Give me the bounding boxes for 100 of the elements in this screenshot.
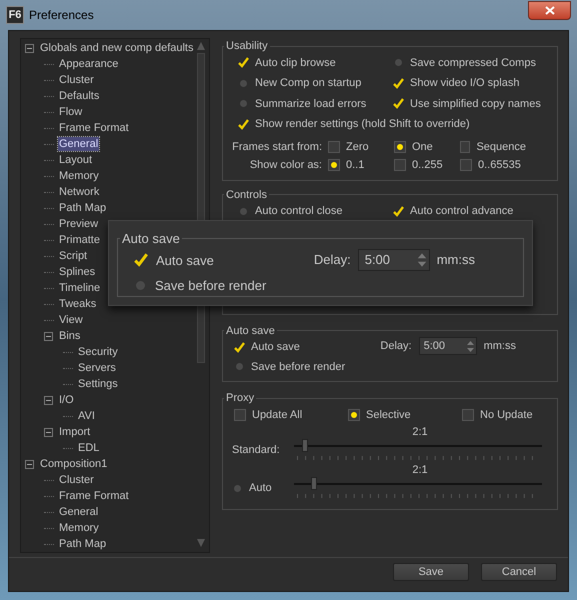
field-label: Standard: — [232, 444, 280, 456]
option-label: 0..255 — [412, 158, 443, 173]
checkbox-off-icon[interactable] — [240, 208, 247, 215]
tree-item[interactable]: EDL — [77, 441, 100, 455]
delay-label: Delay: — [380, 338, 412, 354]
option-label: No Update — [480, 408, 533, 422]
option-label: 0..1 — [346, 158, 364, 173]
tree-item[interactable]: Tweaks — [58, 297, 98, 311]
checkmark-icon[interactable] — [393, 78, 404, 89]
checkmark-icon[interactable] — [134, 253, 148, 268]
option-label: Auto save — [156, 252, 214, 270]
checkbox-off-icon[interactable] — [236, 363, 243, 370]
tree-item[interactable]: Path Map — [58, 537, 108, 551]
option-label: Save before render — [155, 277, 266, 295]
option-label: Show render settings (hold Shift to override) — [255, 117, 470, 132]
tree-item[interactable]: Timeline — [58, 281, 102, 295]
tree-item[interactable]: Cluster — [58, 73, 95, 87]
option-label: Save before render — [251, 360, 346, 374]
option-label: Zero — [346, 140, 369, 154]
unit-label: mm:ss — [436, 250, 475, 269]
scroll-down-icon[interactable] — [196, 538, 206, 548]
group-title: Auto save — [225, 324, 276, 338]
tree-item[interactable]: General — [58, 137, 100, 151]
tree-item[interactable]: Settings — [77, 377, 119, 391]
option-label: Update All — [252, 408, 302, 422]
close-icon — [544, 6, 554, 14]
option-label: Show video I/O splash — [410, 76, 520, 91]
checkmark-icon[interactable] — [393, 98, 404, 110]
radio-box[interactable] — [234, 408, 246, 421]
close-button[interactable] — [528, 0, 571, 20]
slider-thumb[interactable] — [310, 477, 317, 490]
radio-box[interactable] — [394, 159, 406, 172]
tree-item[interactable]: Defaults — [58, 89, 100, 103]
checkmark-icon[interactable] — [238, 57, 249, 68]
delay-field[interactable]: 5:00 — [358, 248, 430, 270]
checkbox-off-icon[interactable] — [240, 100, 247, 108]
expander-icon[interactable] — [25, 460, 34, 468]
tree-item[interactable]: Appearance — [58, 57, 120, 71]
checkmark-icon[interactable] — [234, 342, 245, 353]
tree-item[interactable]: View — [58, 313, 84, 327]
tree-item[interactable]: Script — [58, 249, 88, 263]
checkmark-icon[interactable] — [393, 206, 404, 217]
tree-item[interactable]: Primatte — [58, 233, 101, 247]
group-title: Controls — [225, 188, 268, 202]
tree-item[interactable]: AVI — [77, 409, 96, 423]
tree-item[interactable]: Network — [58, 185, 100, 199]
expander-icon[interactable] — [25, 44, 34, 52]
field-label: Frames start from: — [232, 140, 323, 154]
option-label: Auto — [249, 480, 272, 496]
tree-item[interactable]: I/O — [58, 393, 75, 407]
option-label: Sequence — [476, 140, 526, 154]
slider-thumb[interactable] — [302, 439, 308, 452]
checkbox-off-icon[interactable] — [234, 484, 241, 492]
tree-item[interactable]: General — [58, 505, 100, 519]
tree-item[interactable]: Frame Format — [58, 489, 130, 503]
option-label: Save compressed Comps — [410, 56, 536, 70]
radio-box[interactable] — [348, 408, 360, 421]
radio-box[interactable] — [460, 140, 470, 153]
scroll-up-icon[interactable] — [196, 41, 206, 51]
group-title: Auto save — [121, 230, 181, 248]
delay-field[interactable]: 5:00 — [418, 337, 477, 355]
tree-item[interactable]: Preview — [58, 217, 100, 231]
option-label: Use simplified copy names — [410, 96, 541, 112]
tree-item[interactable]: Flow — [58, 105, 84, 119]
radio-box[interactable] — [462, 408, 474, 421]
tree-item[interactable]: Servers — [77, 361, 117, 375]
window-title: Preferences — [29, 7, 94, 24]
tree-item[interactable]: Path Map — [58, 201, 108, 215]
radio-box[interactable] — [328, 159, 340, 172]
tree-item[interactable]: Memory — [58, 169, 100, 183]
slider-reading: 2:1 — [411, 426, 429, 439]
expander-icon[interactable] — [44, 428, 53, 436]
option-label: Auto control close — [255, 204, 342, 219]
checkmark-icon[interactable] — [238, 118, 249, 130]
tree-item[interactable]: Cluster — [58, 473, 95, 487]
option-label: Auto control advance — [410, 204, 514, 219]
expander-icon[interactable] — [44, 332, 53, 340]
checkbox-off-icon[interactable] — [395, 59, 402, 66]
tree-item[interactable]: Bins — [58, 329, 82, 343]
tree-item[interactable]: Globals and new comp defaults — [39, 41, 194, 55]
tree-item[interactable]: Memory — [58, 521, 100, 535]
spinner-icon[interactable] — [464, 338, 476, 354]
expander-icon[interactable] — [44, 396, 53, 404]
tree-item[interactable]: Splines — [58, 265, 96, 279]
option-label: Selective — [366, 408, 411, 422]
radio-box[interactable] — [328, 140, 340, 153]
tree-item[interactable]: Security — [77, 345, 119, 359]
radio-box[interactable] — [394, 140, 406, 153]
radio-box[interactable] — [460, 159, 472, 172]
option-label: 0..65535 — [478, 158, 521, 173]
checkbox-off-icon[interactable] — [240, 80, 247, 87]
dialog-button[interactable]: Cancel — [481, 562, 557, 580]
tree-item[interactable]: Import — [58, 425, 92, 439]
dialog-button[interactable]: Save — [393, 562, 469, 580]
option-label: One — [412, 140, 433, 154]
option-label: Summarize load errors — [255, 96, 366, 112]
tree-item[interactable]: Composition1 — [39, 457, 108, 471]
tree-item[interactable]: Layout — [58, 153, 94, 167]
delay-label: Delay: — [314, 250, 351, 269]
tree-item[interactable]: Frame Format — [58, 121, 130, 135]
